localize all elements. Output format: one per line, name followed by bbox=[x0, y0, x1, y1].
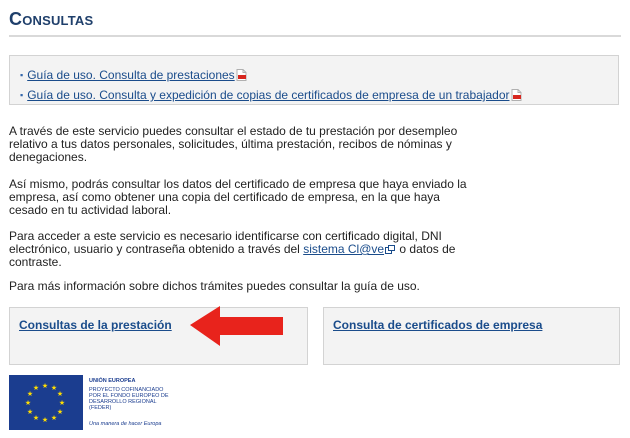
guide-item-prestaciones: ▪ Guía de uso. Consulta de prestaciones bbox=[20, 68, 247, 82]
eu-slogan: Una manera de hacer Europa bbox=[89, 421, 161, 427]
title-divider bbox=[9, 35, 621, 37]
svg-text:★: ★ bbox=[57, 390, 63, 398]
feder-line-4: (FEDER) bbox=[89, 405, 111, 411]
svg-text:★: ★ bbox=[59, 399, 65, 407]
eu-feder-logo: ★ ★ ★ ★ ★ ★ ★ ★ ★ ★ ★ ★ UNIÓN EUROPEA PR… bbox=[9, 375, 169, 430]
more-info-paragraph: Para más información sobre dichos trámit… bbox=[9, 279, 420, 293]
svg-text:★: ★ bbox=[57, 408, 63, 416]
page-title: Consultas bbox=[9, 9, 94, 29]
certificate-paragraph: Así mismo, podrás consultar los datos de… bbox=[9, 177, 467, 217]
usage-guides-box: ▪ Guía de uso. Consulta de prestaciones … bbox=[9, 55, 619, 105]
red-arrow-icon bbox=[190, 306, 283, 346]
svg-text:★: ★ bbox=[33, 384, 39, 392]
bullet-icon: ▪ bbox=[20, 70, 24, 80]
svg-text:★: ★ bbox=[25, 399, 31, 407]
svg-text:★: ★ bbox=[33, 414, 39, 422]
bullet-icon: ▪ bbox=[20, 90, 24, 100]
guide-link-certificados[interactable]: Guía de uso. Consulta y expedición de co… bbox=[27, 88, 509, 102]
svg-text:★: ★ bbox=[42, 416, 48, 424]
pdf-icon bbox=[236, 69, 247, 81]
clave-system-link[interactable]: sistema Cl@ve bbox=[303, 242, 384, 256]
svg-text:★: ★ bbox=[27, 408, 33, 416]
eu-label: UNIÓN EUROPEA bbox=[89, 376, 135, 384]
guide-item-certificados: ▪ Guía de uso. Consulta y expedición de … bbox=[20, 88, 522, 102]
consulta-certificados-link[interactable]: Consulta de certificados de empresa bbox=[333, 318, 542, 332]
access-paragraph: Para acceder a este servicio es necesari… bbox=[9, 230, 479, 269]
svg-text:★: ★ bbox=[42, 382, 48, 390]
svg-text:★: ★ bbox=[51, 414, 57, 422]
card-consulta-certificados[interactable]: Consulta de certificados de empresa bbox=[323, 307, 620, 365]
external-window-icon bbox=[385, 245, 396, 254]
intro-paragraph: A través de este servicio puedes consult… bbox=[9, 124, 458, 164]
consultas-prestacion-link[interactable]: Consultas de la prestación bbox=[19, 318, 172, 332]
guide-link-prestaciones[interactable]: Guía de uso. Consulta de prestaciones bbox=[27, 68, 234, 82]
pdf-icon bbox=[511, 89, 521, 101]
